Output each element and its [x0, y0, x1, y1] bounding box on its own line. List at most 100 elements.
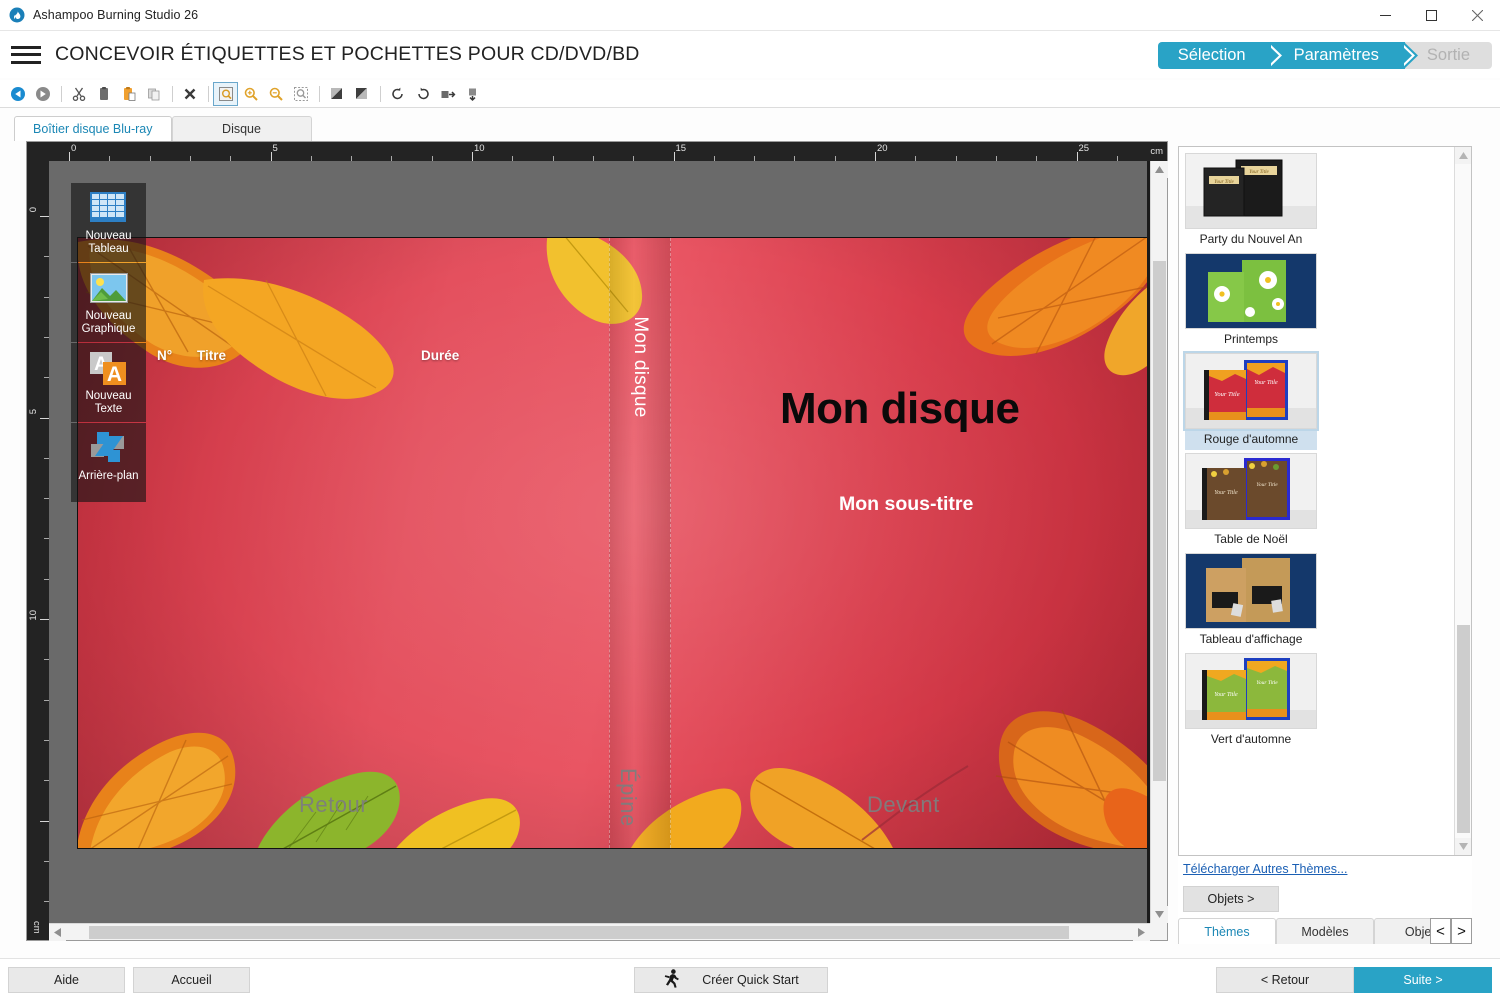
tab-disc-label: Disque [222, 122, 261, 136]
theme-name: Tableau d'affichage [1199, 632, 1303, 646]
ruler-label: 5 [272, 143, 278, 154]
panel-tab-next-button[interactable]: > [1451, 918, 1472, 944]
download-themes-link[interactable]: Télécharger Autres Thèmes... [1183, 862, 1347, 876]
scroll-down-button[interactable] [1151, 906, 1168, 923]
scroll-right-button[interactable] [1133, 924, 1150, 941]
zoom-selection-icon[interactable] [289, 83, 312, 105]
theme-item[interactable]: Tableau d'affichage [1185, 553, 1317, 650]
tool-background[interactable]: Arrière-plan [71, 423, 146, 502]
table-header-duration[interactable]: Durée [421, 348, 459, 363]
ruler-tick [472, 152, 473, 161]
tool-new-text-label: Nouveau Texte [85, 390, 132, 415]
flip-vertical-icon[interactable] [350, 83, 373, 105]
step-selection[interactable]: Sélection [1157, 42, 1285, 69]
tab-disc[interactable]: Disque [171, 116, 312, 141]
ruler-label: 5 [28, 408, 39, 414]
zoom-out-icon[interactable] [264, 83, 287, 105]
bring-forward-icon[interactable] [461, 83, 484, 105]
svg-text:Your Title: Your Title [1256, 482, 1278, 488]
ruler-label: 0 [28, 207, 39, 213]
cut-icon[interactable] [67, 83, 90, 105]
theme-scroll-thumb[interactable] [1457, 625, 1470, 833]
leaf-icon [1103, 788, 1147, 848]
create-quickstart-label: Créer Quick Start [702, 973, 799, 987]
theme-item[interactable]: Your Title Your Title Vert d'automne [1185, 653, 1317, 750]
horizontal-scroll-thumb[interactable] [89, 926, 1069, 939]
table-header-title[interactable]: Titre [197, 348, 226, 363]
ruler-unit-h: cm [1150, 146, 1163, 157]
table-header-number[interactable]: N° [157, 348, 172, 363]
redo-icon[interactable] [31, 83, 54, 105]
panel-tab-prev-button[interactable]: < [1430, 918, 1451, 944]
hamburger-menu-icon[interactable] [11, 44, 41, 66]
help-button[interactable]: Aide [8, 967, 125, 993]
cover-artwork[interactable]: Mon disque N° Titre Durée Mon disque Mon… [77, 237, 1147, 849]
edit-toolbar [0, 80, 1500, 108]
toolbar-separator [208, 85, 209, 102]
step-indicator: Sélection Paramètres Sortie [1157, 42, 1492, 69]
scroll-left-button[interactable] [49, 924, 66, 941]
ruler-tick [40, 417, 49, 419]
create-quickstart-button[interactable]: Créer Quick Start [634, 967, 828, 993]
ruler-label: 10 [474, 143, 485, 154]
theme-scroll-down-button[interactable] [1455, 838, 1471, 855]
canvas-horizontal-scrollbar[interactable] [49, 923, 1150, 941]
duplicate-icon[interactable] [142, 83, 165, 105]
horizontal-ruler: cm 0 5 10 15 20 25 [49, 142, 1167, 161]
zoom-fit-icon[interactable] [213, 81, 238, 106]
undo-icon[interactable] [6, 83, 29, 105]
copy-icon[interactable] [92, 83, 115, 105]
tab-models[interactable]: Modèles [1276, 918, 1374, 944]
canvas-vertical-scrollbar[interactable] [1150, 161, 1168, 923]
tab-bluray-case[interactable]: Boîtier disque Blu-ray [14, 116, 172, 141]
vertical-scroll-thumb[interactable] [1153, 261, 1166, 781]
paste-icon[interactable] [117, 83, 140, 105]
theme-name: Table de Noël [1214, 532, 1288, 546]
disc-title[interactable]: Mon disque [780, 384, 1020, 434]
maximize-button[interactable] [1408, 0, 1454, 31]
step-output: Sortie [1404, 42, 1492, 69]
home-button[interactable]: Accueil [133, 967, 250, 993]
vertical-ruler: cm 0 5 10 [27, 161, 49, 940]
tool-new-table-label: Nouveau Tableau [85, 230, 132, 255]
ruler-tick [270, 152, 272, 161]
spine-title[interactable]: Mon disque [629, 316, 651, 417]
theme-thumbnail [1185, 553, 1317, 629]
theme-item[interactable]: Your Title Your Title Table de Noël [1185, 453, 1317, 550]
design-canvas[interactable]: Mon disque N° Titre Durée Mon disque Mon… [49, 161, 1147, 923]
theme-scroll-up-button[interactable] [1455, 147, 1471, 164]
leaf-icon [1104, 287, 1147, 376]
ruler-tick [673, 152, 675, 161]
ruler-tick [875, 152, 876, 161]
ruler-tick [69, 152, 70, 161]
close-button[interactable] [1454, 0, 1500, 31]
minimize-button[interactable] [1362, 0, 1408, 31]
rotate-cw-icon[interactable] [411, 83, 434, 105]
step-parameters[interactable]: Paramètres [1271, 42, 1418, 69]
ashampoo-flame-icon [9, 7, 25, 23]
themes-panel: Your Title Your Title Party du Nouvel An … [1178, 146, 1472, 944]
tool-new-image[interactable]: Nouveau Graphique [71, 263, 146, 342]
theme-list-scrollbar[interactable] [1454, 147, 1471, 855]
theme-item[interactable]: Your Title Your Title Party du Nouvel An [1185, 153, 1317, 250]
theme-thumbnail: Your Title Your Title [1183, 351, 1319, 431]
tab-themes[interactable]: Thèmes [1178, 918, 1276, 944]
flip-horizontal-icon[interactable] [325, 83, 348, 105]
rotate-ccw-icon[interactable] [386, 83, 409, 105]
tab-bluray-case-label: Boîtier disque Blu-ray [33, 122, 153, 136]
delete-icon[interactable] [178, 83, 201, 105]
next-button[interactable]: Suite > [1354, 967, 1492, 993]
back-button[interactable]: < Retour [1216, 967, 1354, 993]
spine-area[interactable]: Mon disque [609, 238, 671, 848]
objects-button[interactable]: Objets > [1183, 886, 1279, 912]
tool-new-table[interactable]: Nouveau Tableau [71, 183, 146, 262]
scroll-up-button[interactable] [1151, 161, 1168, 178]
theme-list[interactable]: Your Title Your Title Party du Nouvel An … [1178, 146, 1472, 856]
theme-item[interactable]: Your Title Your Title Rouge d'automne [1183, 351, 1319, 450]
send-backward-icon[interactable] [436, 83, 459, 105]
tool-new-text[interactable]: A A Nouveau Texte [71, 343, 146, 422]
disc-subtitle[interactable]: Mon sous-titre [839, 493, 973, 516]
theme-item[interactable]: Printemps [1185, 253, 1317, 350]
toolbar-separator [380, 85, 381, 102]
zoom-in-icon[interactable] [239, 83, 262, 105]
